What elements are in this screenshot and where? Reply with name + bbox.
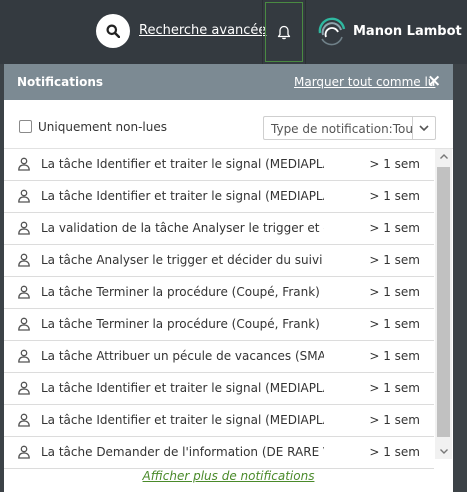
notification-age: > 1 sem: [369, 413, 420, 427]
chevron-down-icon: [419, 125, 429, 131]
chevron-down-icon: [439, 449, 448, 454]
chevron-up-icon: [439, 154, 448, 159]
notification-text: La validation de la tâche Analyser le tr…: [41, 221, 324, 235]
user-icon: [18, 253, 30, 267]
list-item[interactable]: La tâche Identifier et traiter le signal…: [4, 373, 434, 405]
scroll-up-button[interactable]: [435, 149, 452, 164]
user-name: Manon Lambot: [353, 23, 462, 39]
search-icon: [106, 24, 120, 38]
notification-age: > 1 sem: [369, 317, 420, 331]
unread-only-label: Uniquement non-lues: [38, 120, 167, 134]
list-item[interactable]: La tâche Demander de l'information (DE R…: [4, 437, 434, 469]
user-icon: [18, 381, 30, 395]
select-dropdown-button[interactable]: [412, 116, 436, 140]
logo-icon: [318, 17, 346, 46]
bell-icon: [277, 25, 291, 39]
notification-text: La tâche Identifier et traiter le signal…: [41, 381, 324, 395]
search-button[interactable]: [96, 14, 130, 48]
notification-age: > 1 sem: [369, 189, 420, 203]
list-item[interactable]: La tâche Identifier et traiter le signal…: [4, 405, 434, 437]
notification-text: La tâche Analyser le trigger et décider …: [41, 253, 324, 267]
scroll-down-button[interactable]: [435, 444, 452, 459]
list-item[interactable]: La tâche Identifier et traiter le signal…: [4, 149, 434, 181]
notification-age: > 1 sem: [369, 349, 420, 363]
list-item[interactable]: La tâche Terminer la procédure (Coupé, F…: [4, 277, 434, 309]
notification-text: La tâche Attribuer un pécule de vacances…: [41, 349, 324, 363]
unread-only-checkbox[interactable]: [19, 120, 32, 133]
close-icon[interactable]: ×: [427, 71, 441, 91]
list-item[interactable]: La tâche Identifier et traiter le signal…: [4, 181, 434, 213]
notification-text: La tâche Identifier et traiter le signal…: [41, 157, 324, 171]
notifications-panel: Notifications Marquer tout comme lu × Un…: [4, 64, 453, 492]
top-bar: Recherche avancée Manon Lambot ›: [0, 0, 467, 64]
panel-header: Notifications Marquer tout comme lu ×: [4, 64, 453, 100]
notification-text: La tâche Terminer la procédure (Coupé, F…: [41, 285, 324, 299]
list-item[interactable]: La tâche Analyser le trigger et décider …: [4, 245, 434, 277]
notification-text: La tâche Demander de l'information (DE R…: [41, 445, 324, 459]
user-icon: [18, 221, 30, 235]
notification-age: > 1 sem: [369, 285, 420, 299]
panel-title: Notifications: [17, 75, 104, 89]
user-icon: [18, 189, 30, 203]
notification-age: > 1 sem: [369, 445, 420, 459]
list-item[interactable]: La tâche Terminer la procédure (Coupé, F…: [4, 309, 434, 341]
notification-age: > 1 sem: [369, 253, 420, 267]
notification-age: > 1 sem: [369, 221, 420, 235]
user-menu[interactable]: Manon Lambot ›: [316, 14, 467, 48]
user-icon: [18, 157, 30, 171]
list-item[interactable]: La validation de la tâche Analyser le tr…: [4, 213, 434, 245]
scrollbar-thumb[interactable]: [437, 167, 450, 437]
notifications-button[interactable]: [262, 0, 306, 64]
user-icon: [18, 413, 30, 427]
notification-age: > 1 sem: [369, 381, 420, 395]
user-icon: [18, 349, 30, 363]
notification-text: La tâche Terminer la procédure (Coupé, F…: [41, 317, 324, 331]
advanced-search-link[interactable]: Recherche avancée: [139, 23, 266, 38]
show-more-notifications-link[interactable]: Afficher plus de notifications: [4, 469, 453, 483]
list-item[interactable]: La tâche Attribuer un pécule de vacances…: [4, 341, 434, 373]
notification-list: La tâche Identifier et traiter le signal…: [4, 149, 434, 469]
notification-text: La tâche Identifier et traiter le signal…: [41, 413, 324, 427]
user-icon: [18, 317, 30, 331]
notification-type-select[interactable]: Type de notification:Tous: [263, 116, 412, 140]
notification-age: > 1 sem: [369, 157, 420, 171]
user-icon: [18, 445, 30, 459]
filter-bar: Uniquement non-lues Type de notification…: [4, 100, 453, 149]
notification-text: La tâche Identifier et traiter le signal…: [41, 189, 324, 203]
scrollbar[interactable]: [435, 149, 452, 459]
mark-all-read-link[interactable]: Marquer tout comme lu: [294, 75, 435, 89]
user-icon: [18, 285, 30, 299]
